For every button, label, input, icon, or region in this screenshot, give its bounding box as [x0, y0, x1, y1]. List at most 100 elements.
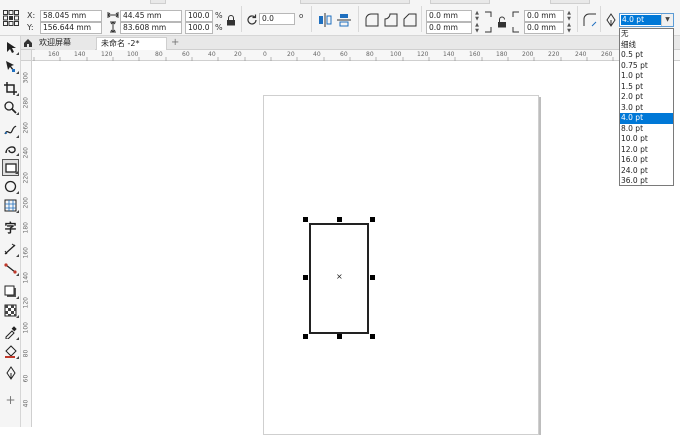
ruler-label: 20: [234, 51, 242, 58]
height-field[interactable]: 83.608 mm: [120, 22, 182, 34]
ruler-label: 80: [155, 51, 163, 58]
drop-shadow-tool-icon[interactable]: [2, 283, 19, 300]
relative-corner-scaling-icon[interactable]: [582, 12, 598, 28]
ellipse-tool-icon[interactable]: [2, 178, 19, 195]
outline-width-option[interactable]: 3.0 pt: [620, 103, 673, 114]
resize-handle-right[interactable]: [370, 275, 375, 280]
outline-width-option[interactable]: 1.0 pt: [620, 71, 673, 82]
ruler-label: 140: [443, 51, 455, 58]
home-icon[interactable]: [22, 37, 34, 49]
polygon-tool-icon[interactable]: [2, 197, 19, 214]
pick-tool-icon[interactable]: [2, 39, 19, 56]
ruler-label: 60: [340, 51, 348, 58]
resize-handle-top-right[interactable]: [370, 217, 375, 222]
outline-width-option[interactable]: 24.0 pt: [620, 166, 673, 177]
corner-radius-top-right-field[interactable]: 0.0 mm: [524, 10, 564, 22]
corner-radius-top-left-spinner[interactable]: ▲ ▼: [473, 10, 481, 22]
resize-handle-left[interactable]: [303, 275, 308, 280]
separator: [577, 6, 578, 32]
tab-welcome-screen[interactable]: 欢迎屏幕: [35, 37, 95, 50]
vertical-ruler[interactable]: 300 280 260 240 220 200 180 160 140 120 …: [21, 50, 32, 427]
lock-ratio-icon[interactable]: [225, 14, 237, 26]
x-label: X:: [27, 11, 36, 20]
outline-width-option[interactable]: 0.75 pt: [620, 61, 673, 72]
resize-handle-top-left[interactable]: [303, 217, 308, 222]
outline-width-option[interactable]: 2.0 pt: [620, 92, 673, 103]
ruler-origin-corner[interactable]: [21, 50, 32, 61]
scale-y-field[interactable]: 100.0: [185, 22, 213, 34]
width-field[interactable]: 44.45 mm: [120, 10, 182, 22]
connector-tool-icon[interactable]: [2, 260, 19, 277]
corner-radius-top-right-spinner[interactable]: ▲ ▼: [565, 10, 573, 22]
transparency-tool-icon[interactable]: [2, 302, 19, 319]
outline-width-option[interactable]: 36.0 pt: [620, 176, 673, 187]
separator: [600, 6, 601, 32]
rectangle-tool-icon[interactable]: [2, 159, 19, 176]
artistic-media-tool-icon[interactable]: [2, 140, 19, 157]
ruler-label: 140: [22, 272, 30, 284]
outline-width-option[interactable]: 0.5 pt: [620, 50, 673, 61]
outline-width-option[interactable]: 10.0 pt: [620, 134, 673, 145]
outline-width-select[interactable]: 4.0 pt ▼: [619, 13, 674, 27]
chevron-down-icon[interactable]: ▼: [661, 14, 673, 26]
corner-radius-bottom-right-field[interactable]: 0.0 mm: [524, 22, 564, 34]
ruler-label: 260: [601, 51, 613, 58]
ruler-label: 80: [366, 51, 374, 58]
corner-radius-bottom-right-spinner[interactable]: ▲ ▼: [565, 22, 573, 34]
shape-tool-icon[interactable]: [2, 58, 19, 75]
ruler-label: 20: [287, 51, 295, 58]
add-tool-icon[interactable]: +: [2, 391, 19, 408]
drawing-canvas[interactable]: ×: [32, 61, 680, 435]
x-position-field[interactable]: 58.045 mm: [40, 10, 102, 22]
ruler-label: 40: [313, 51, 321, 58]
corner-radius-top-left-field[interactable]: 0.0 mm: [426, 10, 472, 22]
ruler-label: 180: [22, 222, 30, 234]
object-center-mark[interactable]: ×: [336, 273, 343, 281]
scalloped-corner-icon[interactable]: [383, 12, 399, 28]
object-origin-icon[interactable]: [3, 10, 19, 26]
document-tab-bar: 欢迎屏幕 未命名 -2* +: [21, 36, 680, 50]
scale-y-unit: %: [215, 23, 223, 32]
tab-document[interactable]: 未命名 -2*: [96, 37, 167, 50]
mirror-vertical-icon[interactable]: [336, 12, 352, 28]
scale-x-field[interactable]: 100.0: [185, 10, 213, 22]
outline-width-option[interactable]: 无: [620, 29, 673, 40]
edit-corners-together-icon[interactable]: [496, 16, 508, 28]
parallel-dimension-tool-icon[interactable]: [2, 241, 19, 258]
mirror-horizontal-icon[interactable]: [317, 12, 333, 28]
document-page[interactable]: [263, 95, 539, 435]
scale-x-unit: %: [215, 11, 223, 20]
round-corner-icon[interactable]: [364, 12, 380, 28]
ruler-label: 160: [48, 51, 60, 58]
outline-width-option[interactable]: 细线: [620, 40, 673, 51]
ruler-label: 80: [22, 349, 30, 358]
horizontal-ruler[interactable]: 160 140 120 100 80 60 40 20 0 20 40 60 8…: [32, 50, 680, 61]
resize-handle-bottom-left[interactable]: [303, 334, 308, 339]
height-icon: [107, 21, 119, 33]
eyedropper-tool-icon[interactable]: [2, 324, 19, 341]
crop-tool-icon[interactable]: [2, 80, 19, 97]
resize-handle-bottom-right[interactable]: [370, 334, 375, 339]
add-tab-button[interactable]: +: [168, 37, 182, 50]
outline-width-option[interactable]: 12.0 pt: [620, 145, 673, 156]
y-label: Y:: [27, 23, 34, 32]
ruler-label: 280: [22, 97, 30, 109]
outline-width-option-selected[interactable]: 4.0 pt: [620, 113, 673, 124]
freehand-tool-icon[interactable]: [2, 122, 19, 139]
ruler-label: 180: [496, 51, 508, 58]
y-position-field[interactable]: 156.644 mm: [40, 22, 102, 34]
rotation-angle-field[interactable]: 0.0: [259, 13, 295, 25]
interactive-fill-tool-icon[interactable]: [2, 343, 19, 360]
smart-fill-tool-icon[interactable]: [2, 364, 19, 381]
corner-radius-bottom-left-spinner[interactable]: ▲ ▼: [473, 22, 481, 34]
zoom-tool-icon[interactable]: [2, 99, 19, 116]
outline-width-option[interactable]: 1.5 pt: [620, 82, 673, 93]
outline-width-option[interactable]: 8.0 pt: [620, 124, 673, 135]
resize-handle-bottom[interactable]: [337, 334, 342, 339]
resize-handle-top[interactable]: [337, 217, 342, 222]
chamfered-corner-icon[interactable]: [402, 12, 418, 28]
outline-width-option[interactable]: 16.0 pt: [620, 155, 673, 166]
ruler-label: 40: [22, 399, 30, 408]
text-tool-icon[interactable]: 字: [2, 219, 19, 236]
corner-radius-bottom-left-field[interactable]: 0.0 mm: [426, 22, 472, 34]
